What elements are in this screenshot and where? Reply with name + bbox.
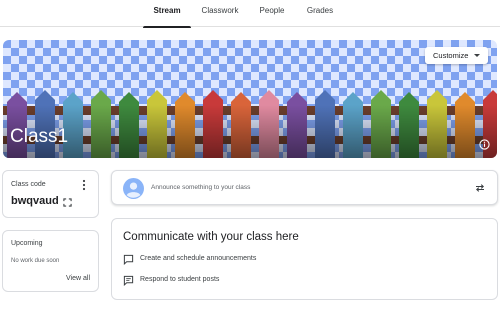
fullscreen-icon[interactable] — [63, 198, 72, 207]
announce-placeholder[interactable]: Announce something to your class — [151, 184, 250, 191]
class-code-value: bwqvaud — [11, 195, 59, 207]
class-banner — [3, 40, 497, 158]
caret-down-icon — [474, 54, 480, 57]
announce-box[interactable]: Announce something to your class — [111, 170, 498, 205]
top-tab-bar: Stream Classwork People Grades — [0, 0, 500, 28]
tab-classwork[interactable]: Classwork — [196, 0, 244, 27]
tab-grades[interactable]: Grades — [298, 0, 342, 27]
tab-people[interactable]: People — [250, 0, 294, 27]
customize-button[interactable]: Customize — [425, 47, 488, 64]
class-code-label: Class code — [11, 181, 46, 188]
announcement-icon — [123, 254, 134, 265]
communicate-card: Communicate with your class here Create … — [111, 218, 498, 300]
more-vert-icon[interactable] — [81, 179, 87, 191]
communicate-item-label: Respond to student posts — [140, 276, 220, 283]
tab-stream[interactable]: Stream — [143, 0, 191, 28]
class-title: Class1 — [10, 126, 69, 147]
upcoming-card: Upcoming No work due soon View all — [2, 230, 99, 292]
comment-icon — [123, 275, 134, 286]
upcoming-empty-text: No work due soon — [11, 258, 60, 264]
class-code-card: Class code bwqvaud — [2, 170, 99, 218]
upcoming-label: Upcoming — [11, 240, 43, 247]
account-avatar-icon — [123, 178, 144, 199]
fence-illustration — [3, 40, 497, 158]
info-icon[interactable] — [479, 139, 490, 150]
customize-label: Customize — [433, 51, 469, 60]
communicate-title: Communicate with your class here — [123, 231, 299, 243]
repost-icon[interactable] — [474, 182, 486, 194]
communicate-item-label: Create and schedule announcements — [140, 255, 257, 262]
view-all-link[interactable]: View all — [66, 275, 90, 282]
